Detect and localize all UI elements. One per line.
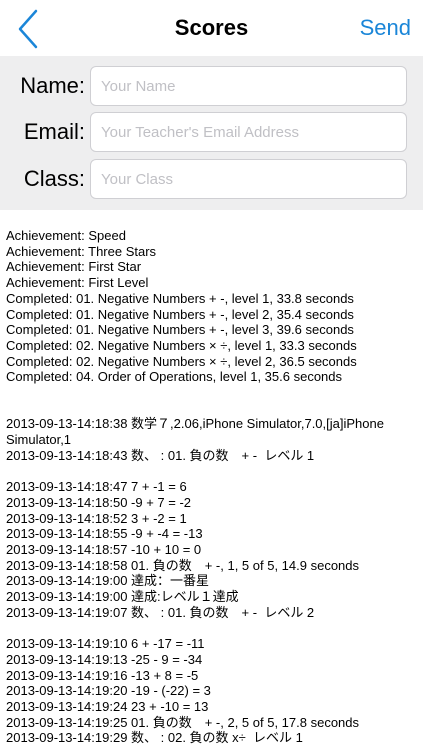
log-line: Completed: 01. Negative Numbers + -, lev… xyxy=(6,290,354,306)
log-line: 2013-09-13-14:19:25 01. 負の数 + -, 2, 5 of… xyxy=(6,714,360,730)
log-line: 2013-09-13-14:18:43 数、 : 01. 負の数 + - レベル… xyxy=(6,447,315,463)
name-label: Name: xyxy=(20,73,85,98)
log-line: Achievement: Three Stars xyxy=(6,243,157,259)
log-line: Completed: 02. Negative Numbers × ÷, lev… xyxy=(6,337,357,353)
class-label: Class: xyxy=(23,166,85,191)
log-line: 2013-09-13-14:19:13 -25 - 9 = -34 xyxy=(6,651,203,667)
log-line: 2013-09-13-14:19:00 達成：一番星 xyxy=(6,573,210,589)
email-input[interactable] xyxy=(90,112,407,152)
log-line: Achievement: Speed xyxy=(6,228,126,243)
name-row: Name: xyxy=(0,66,423,106)
log-line: 2013-09-13-14:19:00 達成:レベル１達成 xyxy=(6,589,239,605)
log-line: Completed: 02. Negative Numbers × ÷, lev… xyxy=(6,353,357,369)
email-row: Email: xyxy=(0,112,423,152)
log-line: Completed: 01. Negative Numbers + -, lev… xyxy=(6,322,354,338)
log-line: 2013-09-13-14:19:16 -13 + 8 = -5 xyxy=(6,667,199,683)
score-log[interactable]: Achievement: Speed Achievement: Three Sta… xyxy=(6,228,416,746)
log-line: 2013-09-13-14:19:07 数、 : 01. 負の数 + - レベル… xyxy=(6,604,315,620)
send-button[interactable]: Send xyxy=(360,15,411,41)
log-line: 2013-09-13-14:18:55 -9 + -4 = -13 xyxy=(6,526,203,542)
student-info-form: Name: Email: Class: xyxy=(0,56,423,210)
navigation-bar: Scores Send xyxy=(0,0,423,56)
class-row: Class: xyxy=(0,159,423,199)
log-line: 2013-09-13-14:18:58 01. 負の数 + -, 1, 5 of… xyxy=(6,557,360,573)
email-label: Email: xyxy=(23,119,85,144)
log-line: 2013-09-13-14:18:52 3 + -2 = 1 xyxy=(6,510,187,526)
log-line: 2013-09-13-14:19:20 -19 - (-22) = 3 xyxy=(6,683,211,699)
log-line: 2013-09-13-14:18:57 -10 + 10 = 0 xyxy=(6,542,202,558)
log-line: 2013-09-13-14:19:24 23 + -10 = 13 xyxy=(6,699,209,715)
log-line: 2013-09-13-14:19:29 数、 : 02. 負の数 x÷ レベル … xyxy=(6,730,303,746)
log-line: 2013-09-13-14:18:47 7 + -1 = 6 xyxy=(6,479,187,495)
log-line: Completed: 04. Order of Operations, leve… xyxy=(6,369,343,385)
log-line: Achievement: First Star xyxy=(6,259,142,275)
log-line: Completed: 01. Negative Numbers + -, lev… xyxy=(6,306,354,322)
log-line: Achievement: First Level xyxy=(6,275,149,291)
name-input[interactable] xyxy=(90,66,407,106)
class-input[interactable] xyxy=(90,159,407,199)
log-line: 2013-09-13-14:18:50 -9 + 7 = -2 xyxy=(6,494,192,510)
log-line: 2013-09-13-14:19:10 6 + -17 = -11 xyxy=(6,636,205,652)
log-line: 2013-09-13-14:18:38 数学７,2.06,iPhone Simu… xyxy=(6,416,388,448)
